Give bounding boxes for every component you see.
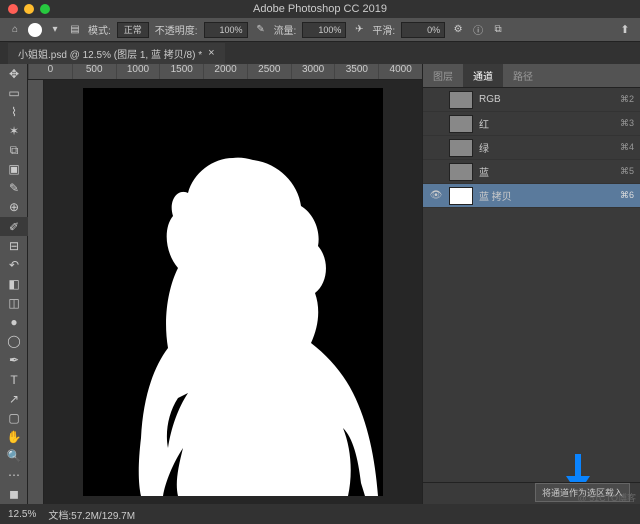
dodge-tool[interactable]: ◯ [0,332,28,351]
brush-panel-icon[interactable]: ▤ [68,23,82,37]
channel-thumbnail [449,187,473,205]
channels-list: RGB⌘2 红⌘3 绿⌘4 蓝⌘5 👁蓝 拷贝⌘6 [423,88,640,482]
visibility-icon[interactable]: 👁 [429,190,443,201]
pressure-opacity-icon[interactable]: ✎ [254,23,268,37]
opacity-label: 不透明度: [155,22,198,37]
watermark: @ 51CTO博客 [578,491,636,504]
channel-thumbnail [449,163,473,181]
channel-red[interactable]: 红⌘3 [423,112,640,136]
eyedropper-tool[interactable]: ✎ [0,179,28,198]
canvas-wrap [28,80,422,504]
eraser-tool[interactable]: ◧ [0,274,28,293]
titlebar: Adobe Photoshop CC 2019 [0,0,640,18]
blur-tool[interactable]: ● [0,313,28,332]
frame-tool[interactable]: ▣ [0,160,28,179]
edit-toolbar[interactable]: ⋯ [0,466,28,485]
tab-channels[interactable]: 通道 [463,64,503,87]
maximize-window-button[interactable] [40,4,50,14]
share-icon[interactable]: ⬆ [618,23,632,37]
smooth-label: 平滑: [372,22,395,37]
brush-settings-icon[interactable]: ▾ [48,23,62,37]
channel-rgb[interactable]: RGB⌘2 [423,88,640,112]
channel-thumbnail [449,91,473,109]
flow-label: 流量: [274,22,297,37]
brush-preview[interactable] [28,23,42,37]
move-tool[interactable]: ✥ [0,64,28,83]
marquee-tool[interactable]: ▭ [0,83,28,102]
tab-title: 小姐姐.psd @ 12.5% (图层 1, 蓝 拷贝/8) * [18,46,202,61]
history-brush-tool[interactable]: ↶ [0,255,28,274]
blend-mode-dropdown[interactable]: 正常 [117,22,149,38]
brush-tool[interactable]: ✐ [0,217,28,236]
path-tool[interactable]: ↗ [0,389,28,408]
status-bar: 12.5% 文档:57.2M/129.7M [0,504,640,524]
smooth-input[interactable]: 0% [401,22,445,38]
zoom-tool[interactable]: 🔍 [0,447,28,466]
lasso-tool[interactable]: ⌇ [0,102,28,121]
type-tool[interactable]: T [0,370,28,389]
zoom-level[interactable]: 12.5% [8,509,36,520]
home-icon[interactable]: ⌂ [8,23,22,37]
document-tab[interactable]: 小姐姐.psd @ 12.5% (图层 1, 蓝 拷贝/8) * × [8,43,225,64]
app-title: Adobe Photoshop CC 2019 [253,3,387,15]
shape-tool[interactable]: ▢ [0,408,28,427]
canvas-area: 05001000150020002500300035004000 [28,64,422,504]
canvas-viewport[interactable] [44,80,422,504]
options-bar: ⌂ ▾ ▤ 模式: 正常 不透明度: 100% ✎ 流量: 100% ✈ 平滑:… [0,18,640,42]
hand-tool[interactable]: ✋ [0,427,28,446]
tab-paths[interactable]: 路径 [503,64,543,87]
close-tab-icon[interactable]: × [208,47,214,59]
gradient-tool[interactable]: ◫ [0,294,28,313]
mode-label: 模式: [88,22,111,37]
document-tabs: 小姐姐.psd @ 12.5% (图层 1, 蓝 拷贝/8) * × [0,42,640,64]
channel-green[interactable]: 绿⌘4 [423,136,640,160]
main-area: ✥ ▭ ⌇ ✶ ⧉ ▣ ✎ ⊕ ✐ ⊟ ↶ ◧ ◫ ● ◯ ✒ T ↗ ▢ ✋ … [0,64,640,504]
close-window-button[interactable] [8,4,18,14]
settings-icon[interactable]: ⚙ [451,23,465,37]
quick-select-tool[interactable]: ✶ [0,121,28,140]
window-controls [8,4,50,14]
pressure-size-icon[interactable]: ⓘ [471,23,485,37]
panel-tabs: 图层 通道 路径 [423,64,640,88]
channel-blue-copy[interactable]: 👁蓝 拷贝⌘6 [423,184,640,208]
crop-tool[interactable]: ⧉ [0,141,28,160]
channel-mask-content [83,88,383,496]
channel-thumbnail [449,115,473,133]
channel-thumbnail [449,139,473,157]
artboard[interactable] [83,88,383,496]
horizontal-ruler: 05001000150020002500300035004000 [28,64,422,80]
symmetry-icon[interactable]: ⧉ [491,23,505,37]
healing-tool[interactable]: ⊕ [0,198,28,217]
pen-tool[interactable]: ✒ [0,351,28,370]
flow-input[interactable]: 100% [302,22,346,38]
document-size[interactable]: 文档:57.2M/129.7M [48,507,135,522]
minimize-window-button[interactable] [24,4,34,14]
opacity-input[interactable]: 100% [204,22,248,38]
airbrush-icon[interactable]: ✈ [352,23,366,37]
toolbar: ✥ ▭ ⌇ ✶ ⧉ ▣ ✎ ⊕ ✐ ⊟ ↶ ◧ ◫ ● ◯ ✒ T ↗ ▢ ✋ … [0,64,28,504]
stamp-tool[interactable]: ⊟ [0,236,28,255]
channel-blue[interactable]: 蓝⌘5 [423,160,640,184]
panels: 图层 通道 路径 RGB⌘2 红⌘3 绿⌘4 蓝⌘5 👁蓝 拷贝⌘6 ◌ ▣ ▫… [422,64,640,504]
foreground-color[interactable]: ◼ [0,485,28,504]
tab-layers[interactable]: 图层 [423,64,463,87]
vertical-ruler [28,80,44,504]
